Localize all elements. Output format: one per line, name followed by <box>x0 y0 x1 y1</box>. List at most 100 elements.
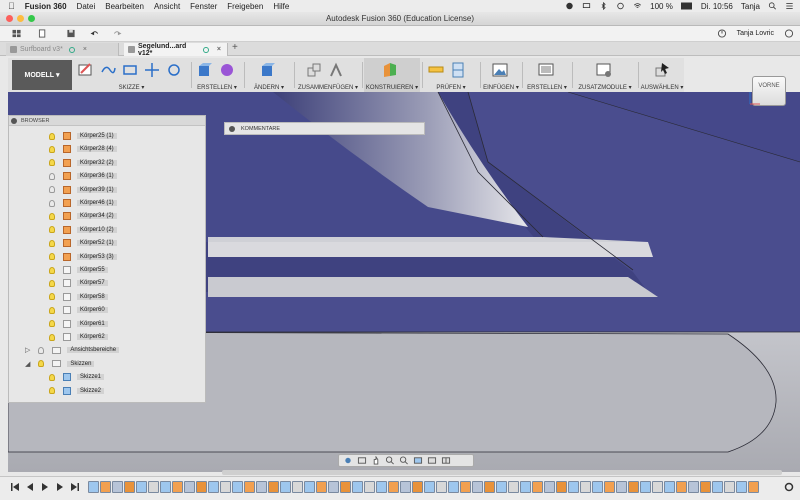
timeline-feature-icon[interactable] <box>172 481 183 493</box>
render-icon[interactable] <box>538 62 554 78</box>
browser-body-row[interactable]: Körper10 (2) <box>49 224 117 236</box>
timeline-feature-icon[interactable] <box>412 481 423 493</box>
apple-icon[interactable]:  <box>8 1 15 11</box>
display-settings-icon[interactable] <box>413 456 423 465</box>
visibility-bulb-icon[interactable] <box>49 132 55 140</box>
browser-body-row[interactable]: Körper46 (1) <box>49 197 117 209</box>
menu-bearbeiten[interactable]: Bearbeiten <box>105 2 144 11</box>
group-auswaehlen[interactable]: AUSWÄHLEN ▾ <box>640 58 684 92</box>
timeline-feature-icon[interactable] <box>400 481 411 493</box>
timeline-feature-icon[interactable] <box>748 481 759 493</box>
timeline-feature-icon[interactable] <box>628 481 639 493</box>
visibility-bulb-icon[interactable] <box>49 373 55 381</box>
workspace-selector[interactable]: MODELL ▾ <box>12 60 72 90</box>
press-pull-icon[interactable] <box>260 62 276 78</box>
orbit-icon[interactable] <box>343 456 353 465</box>
timeline-feature-icon[interactable] <box>688 481 699 493</box>
expand-arrow-icon[interactable]: ▷ <box>25 346 30 354</box>
job-status-icon[interactable] <box>717 29 727 38</box>
browser-body-row[interactable]: Körper32 (2) <box>49 157 117 169</box>
timeline-feature-icon[interactable] <box>340 481 351 493</box>
menu-hilfe[interactable]: Hilfe <box>273 2 289 11</box>
timeline-feature-icon[interactable] <box>316 481 327 493</box>
browser-body-row[interactable]: Körper39 (1) <box>49 184 117 196</box>
new-tab-button[interactable]: + <box>232 42 238 53</box>
redo-icon[interactable] <box>112 29 122 38</box>
timeline-feature-icon[interactable] <box>568 481 579 493</box>
timeline-feature-icon[interactable] <box>736 481 747 493</box>
timeline-settings-icon[interactable] <box>784 482 794 492</box>
timeline-feature-icon[interactable] <box>220 481 231 493</box>
close-tab-icon[interactable]: × <box>217 46 221 53</box>
browser-folder-row[interactable]: ◢ Skizzen <box>25 358 95 370</box>
zoom-icon[interactable] <box>385 456 395 465</box>
timeline-feature-icon[interactable] <box>244 481 255 493</box>
timeline-feature-icon[interactable] <box>496 481 507 493</box>
group-erstellen-2[interactable]: ERSTELLEN ▾ <box>524 58 570 92</box>
browser-body-row[interactable]: Körper62 <box>49 331 108 343</box>
menu-ansicht[interactable]: Ansicht <box>154 2 180 11</box>
browser-body-row[interactable]: Körper58 <box>49 291 108 303</box>
timeline-feature-icon[interactable] <box>364 481 375 493</box>
menu-fenster[interactable]: Fenster <box>190 2 217 11</box>
viewports-icon[interactable] <box>441 456 451 465</box>
timeline-feature-icon[interactable] <box>448 481 459 493</box>
menu-freigeben[interactable]: Freigeben <box>227 2 263 11</box>
display-icon[interactable] <box>582 2 591 10</box>
new-component-icon[interactable] <box>306 62 322 78</box>
timeline-feature-icon[interactable] <box>664 481 675 493</box>
browser-folder-row[interactable]: ▷ Ansichtsbereiche <box>25 344 120 356</box>
help-icon[interactable] <box>784 29 794 38</box>
joint-icon[interactable] <box>328 62 344 78</box>
timeline-back-icon[interactable] <box>25 482 35 492</box>
trim-icon[interactable] <box>144 62 160 78</box>
timeline-feature-icon[interactable] <box>712 481 723 493</box>
visibility-bulb-icon[interactable] <box>49 199 55 207</box>
group-konstruieren[interactable]: KONSTRUIEREN ▾ <box>364 58 420 92</box>
spotlight-icon[interactable] <box>768 2 777 10</box>
timeline-feature-icon[interactable] <box>532 481 543 493</box>
timeline-feature-icon[interactable] <box>556 481 567 493</box>
visibility-bulb-icon[interactable] <box>49 226 55 234</box>
timeline-feature-icon[interactable] <box>616 481 627 493</box>
timeline-feature-icon[interactable] <box>484 481 495 493</box>
bluetooth-icon[interactable] <box>599 2 608 10</box>
battery-icon[interactable] <box>680 2 693 10</box>
timeline-feature-icon[interactable] <box>88 481 99 493</box>
timeline-feature-icon[interactable] <box>388 481 399 493</box>
timeline-feature-icon[interactable] <box>604 481 615 493</box>
tab-segelund[interactable]: Segelund...ard v12* × <box>124 43 228 57</box>
visibility-bulb-icon[interactable] <box>38 360 45 368</box>
timeline-feature-icon[interactable] <box>424 481 435 493</box>
menu-app-name[interactable]: Fusion 360 <box>25 2 67 11</box>
group-skizze[interactable]: SKIZZE ▾ <box>74 58 189 92</box>
timeline-feature-icon[interactable] <box>640 481 651 493</box>
tab-surfboard[interactable]: Surfboard v3* × <box>6 43 119 56</box>
look-at-icon[interactable] <box>357 456 367 465</box>
group-erstellen[interactable]: ERSTELLEN ▾ <box>193 58 241 92</box>
visibility-bulb-icon[interactable] <box>49 306 55 314</box>
timeline-feature-icon[interactable] <box>124 481 135 493</box>
browser-body-row[interactable]: Körper53 (3) <box>49 251 117 263</box>
select-icon[interactable] <box>654 62 670 78</box>
timeline-feature-icon[interactable] <box>544 481 555 493</box>
timeline-feature-icon[interactable] <box>304 481 315 493</box>
timeline-scrollbar[interactable] <box>222 470 782 475</box>
timeline-feature-icon[interactable] <box>328 481 339 493</box>
menubar-user[interactable]: Tanja <box>741 2 760 11</box>
timeline-feature-icon[interactable] <box>232 481 243 493</box>
timeline-feature-icon[interactable] <box>436 481 447 493</box>
visibility-bulb-icon[interactable] <box>49 333 55 341</box>
browser-body-row[interactable]: Körper34 (2) <box>49 210 117 222</box>
browser-body-row[interactable]: Körper57 <box>49 277 108 289</box>
browser-header[interactable]: BROWSER <box>9 116 205 126</box>
timeline-feature-icon[interactable] <box>136 481 147 493</box>
scripts-icon[interactable] <box>596 62 612 78</box>
visibility-bulb-icon[interactable] <box>49 266 55 274</box>
group-aendern[interactable]: ÄNDERN ▾ <box>246 58 292 92</box>
timeline-feature-icon[interactable] <box>184 481 195 493</box>
browser-sketch-row[interactable]: Skizze1 <box>49 371 105 383</box>
timeline-feature-icon[interactable] <box>160 481 171 493</box>
measure-icon[interactable] <box>428 62 444 78</box>
timeline-feature-icon[interactable] <box>196 481 207 493</box>
